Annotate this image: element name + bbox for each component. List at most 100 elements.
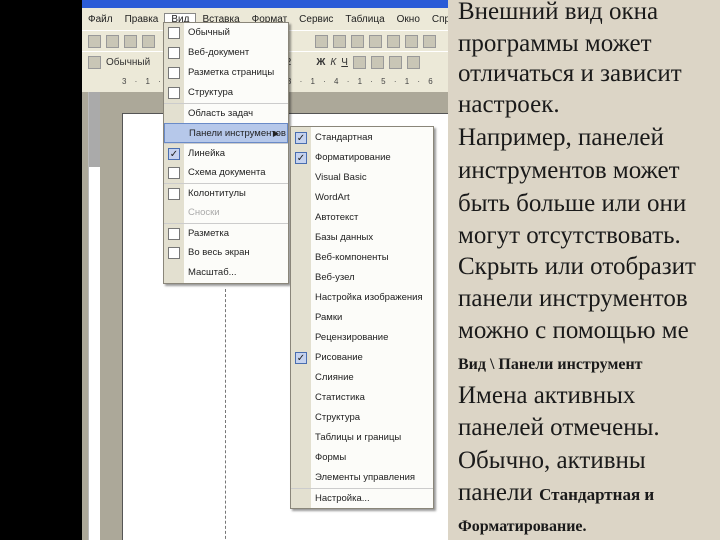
menu-item-label: Настройка... [315,493,370,504]
underline-button[interactable]: Ч [341,57,348,68]
toolbar-toggle-item[interactable]: Формы [291,448,433,468]
menu-item-label: Во весь экран [188,247,250,258]
new-icon[interactable] [88,34,101,48]
undo-icon[interactable] [333,34,346,48]
menu-item-label: Таблицы и границы [315,432,402,443]
text-line: Скрыть или отобразит [458,253,696,280]
text-line: настроек. [458,91,560,118]
save-icon[interactable] [124,34,137,48]
document-map-icon[interactable] [423,34,436,48]
text-line: можно с помощью ме [458,317,689,344]
toolbar-toggle-item[interactable]: Visual Basic [291,168,433,188]
text-line: панели инструментов [458,285,688,312]
align-left-icon[interactable] [352,55,366,69]
open-icon[interactable] [106,34,119,48]
view-menu-item[interactable]: Обычный [164,23,288,43]
menu-item-label: Линейка [188,148,226,159]
italic-button[interactable]: К [330,57,336,68]
toolbar-toggle-item[interactable]: Слияние [291,368,433,388]
check-icon: ✓ [295,132,307,144]
view-menu-item[interactable]: Разметка страницы [164,63,288,83]
view-menu-item[interactable]: Во весь экран [164,243,288,263]
view-menu: Обычный Веб-документ Разметка страницы Стру… [163,22,289,284]
text-line: отличаться и зависит [458,60,682,87]
menu-item-label: Автотекст [315,212,359,223]
styles-icon [88,55,101,69]
toolbar-toggle-item[interactable]: Веб-компоненты [291,248,433,268]
check-icon: ✓ [168,148,180,160]
menu-item-label: Веб-узел [315,272,355,283]
vertical-ruler[interactable] [88,92,100,540]
menu-item-label: Форматирование [315,152,391,163]
web-view-icon [168,47,180,59]
outline-icon [168,87,180,99]
menu-path-text: Вид \ Панели инструмент [458,356,643,373]
toolbar-toggle-item[interactable]: Статистика [291,388,433,408]
view-menu-item[interactable]: Панели инструментов ▶ [164,123,288,143]
toolbar-toggle-item[interactable]: ✓ Форматирование [291,148,433,168]
normal-view-icon [168,27,180,39]
menu-edit[interactable]: Правка [119,14,165,25]
drawing-icon[interactable] [405,34,418,48]
toolbar-toggle-item[interactable]: Рецензирование [291,328,433,348]
view-menu-item[interactable]: Сноски [164,203,288,223]
redo-icon[interactable] [351,34,364,48]
menu-table[interactable]: Таблица [339,14,390,25]
bold-term: Форматирование. [458,518,587,535]
menu-item-label: Веб-документ [188,47,250,58]
columns-icon[interactable] [387,34,400,48]
menu-item-label: Разметка страницы [188,67,275,78]
view-menu-item[interactable]: Масштаб... [164,263,288,283]
menu-item-label: Масштаб... [188,267,237,278]
toolbar-toggle-item[interactable]: Структура [291,408,433,428]
text-line: Обычно, активны [458,447,646,474]
title-bar [82,0,450,8]
view-menu-item[interactable]: Область задач [164,103,288,123]
menu-tools[interactable]: Сервис [293,14,339,25]
view-menu-item[interactable]: ✓ Линейка [164,143,288,163]
menu-help[interactable]: Справка [426,14,450,25]
view-menu-item[interactable]: Веб-документ [164,43,288,63]
view-menu-item[interactable]: Структура [164,83,288,103]
align-right-icon[interactable] [388,55,402,69]
style-select[interactable]: Обычный [106,57,150,68]
toolbar-toggle-item[interactable]: ✓ Рисование [291,348,433,368]
menu-item-label: Сноски [188,207,220,218]
view-menu-item[interactable]: Схема документа [164,163,288,183]
toolbar-toggle-item[interactable]: Элементы управления [291,468,433,488]
full-screen-icon [168,247,180,259]
tables-icon[interactable] [369,34,382,48]
view-menu-item[interactable]: Колонтитулы [164,183,288,203]
text-line: могут отсутствовать. [458,222,681,249]
menu-item-label: Обычный [188,27,230,38]
toolbar-toggle-item[interactable]: ✓ Стандартная [291,128,433,148]
toolbar-toggle-item[interactable]: Настройка изображения [291,288,433,308]
menu-item-label: Рисование [315,352,363,363]
menu-file[interactable]: Файл [82,14,119,25]
text-line: Например, панелей [458,124,664,151]
toolbar-toggle-item[interactable]: Базы данных [291,228,433,248]
text-line: быть больше или они [458,190,687,217]
menu-item-label: WordArt [315,192,350,203]
justify-icon[interactable] [406,55,420,69]
menu-item-label: Настройка изображения [315,292,423,303]
view-menu-item[interactable]: Разметка [164,223,288,243]
toolbar-toggle-item[interactable]: WordArt [291,188,433,208]
print-icon[interactable] [142,34,155,48]
toolbar-toggle-item[interactable]: Веб-узел [291,268,433,288]
menu-item-label: Базы данных [315,232,374,243]
toolbar-toggle-item[interactable]: Настройка... [291,488,433,508]
align-center-icon[interactable] [370,55,384,69]
format-painter-icon[interactable] [315,34,328,48]
bold-button[interactable]: Ж [316,57,325,68]
text-line: панели Стандартная и [458,479,654,507]
document-map-icon [168,167,180,179]
menu-window[interactable]: Окно [391,14,426,25]
toolbars-submenu: ✓ Стандартная ✓ Форматирование Visual Basic W… [290,126,434,509]
text-fragment: панели [458,479,540,506]
menu-item-label: Колонтитулы [188,188,246,199]
toolbar-toggle-item[interactable]: Автотекст [291,208,433,228]
toolbar-toggle-item[interactable]: Рамки [291,308,433,328]
menu-item-label: Стандартная [315,132,373,143]
toolbar-toggle-item[interactable]: Таблицы и границы [291,428,433,448]
